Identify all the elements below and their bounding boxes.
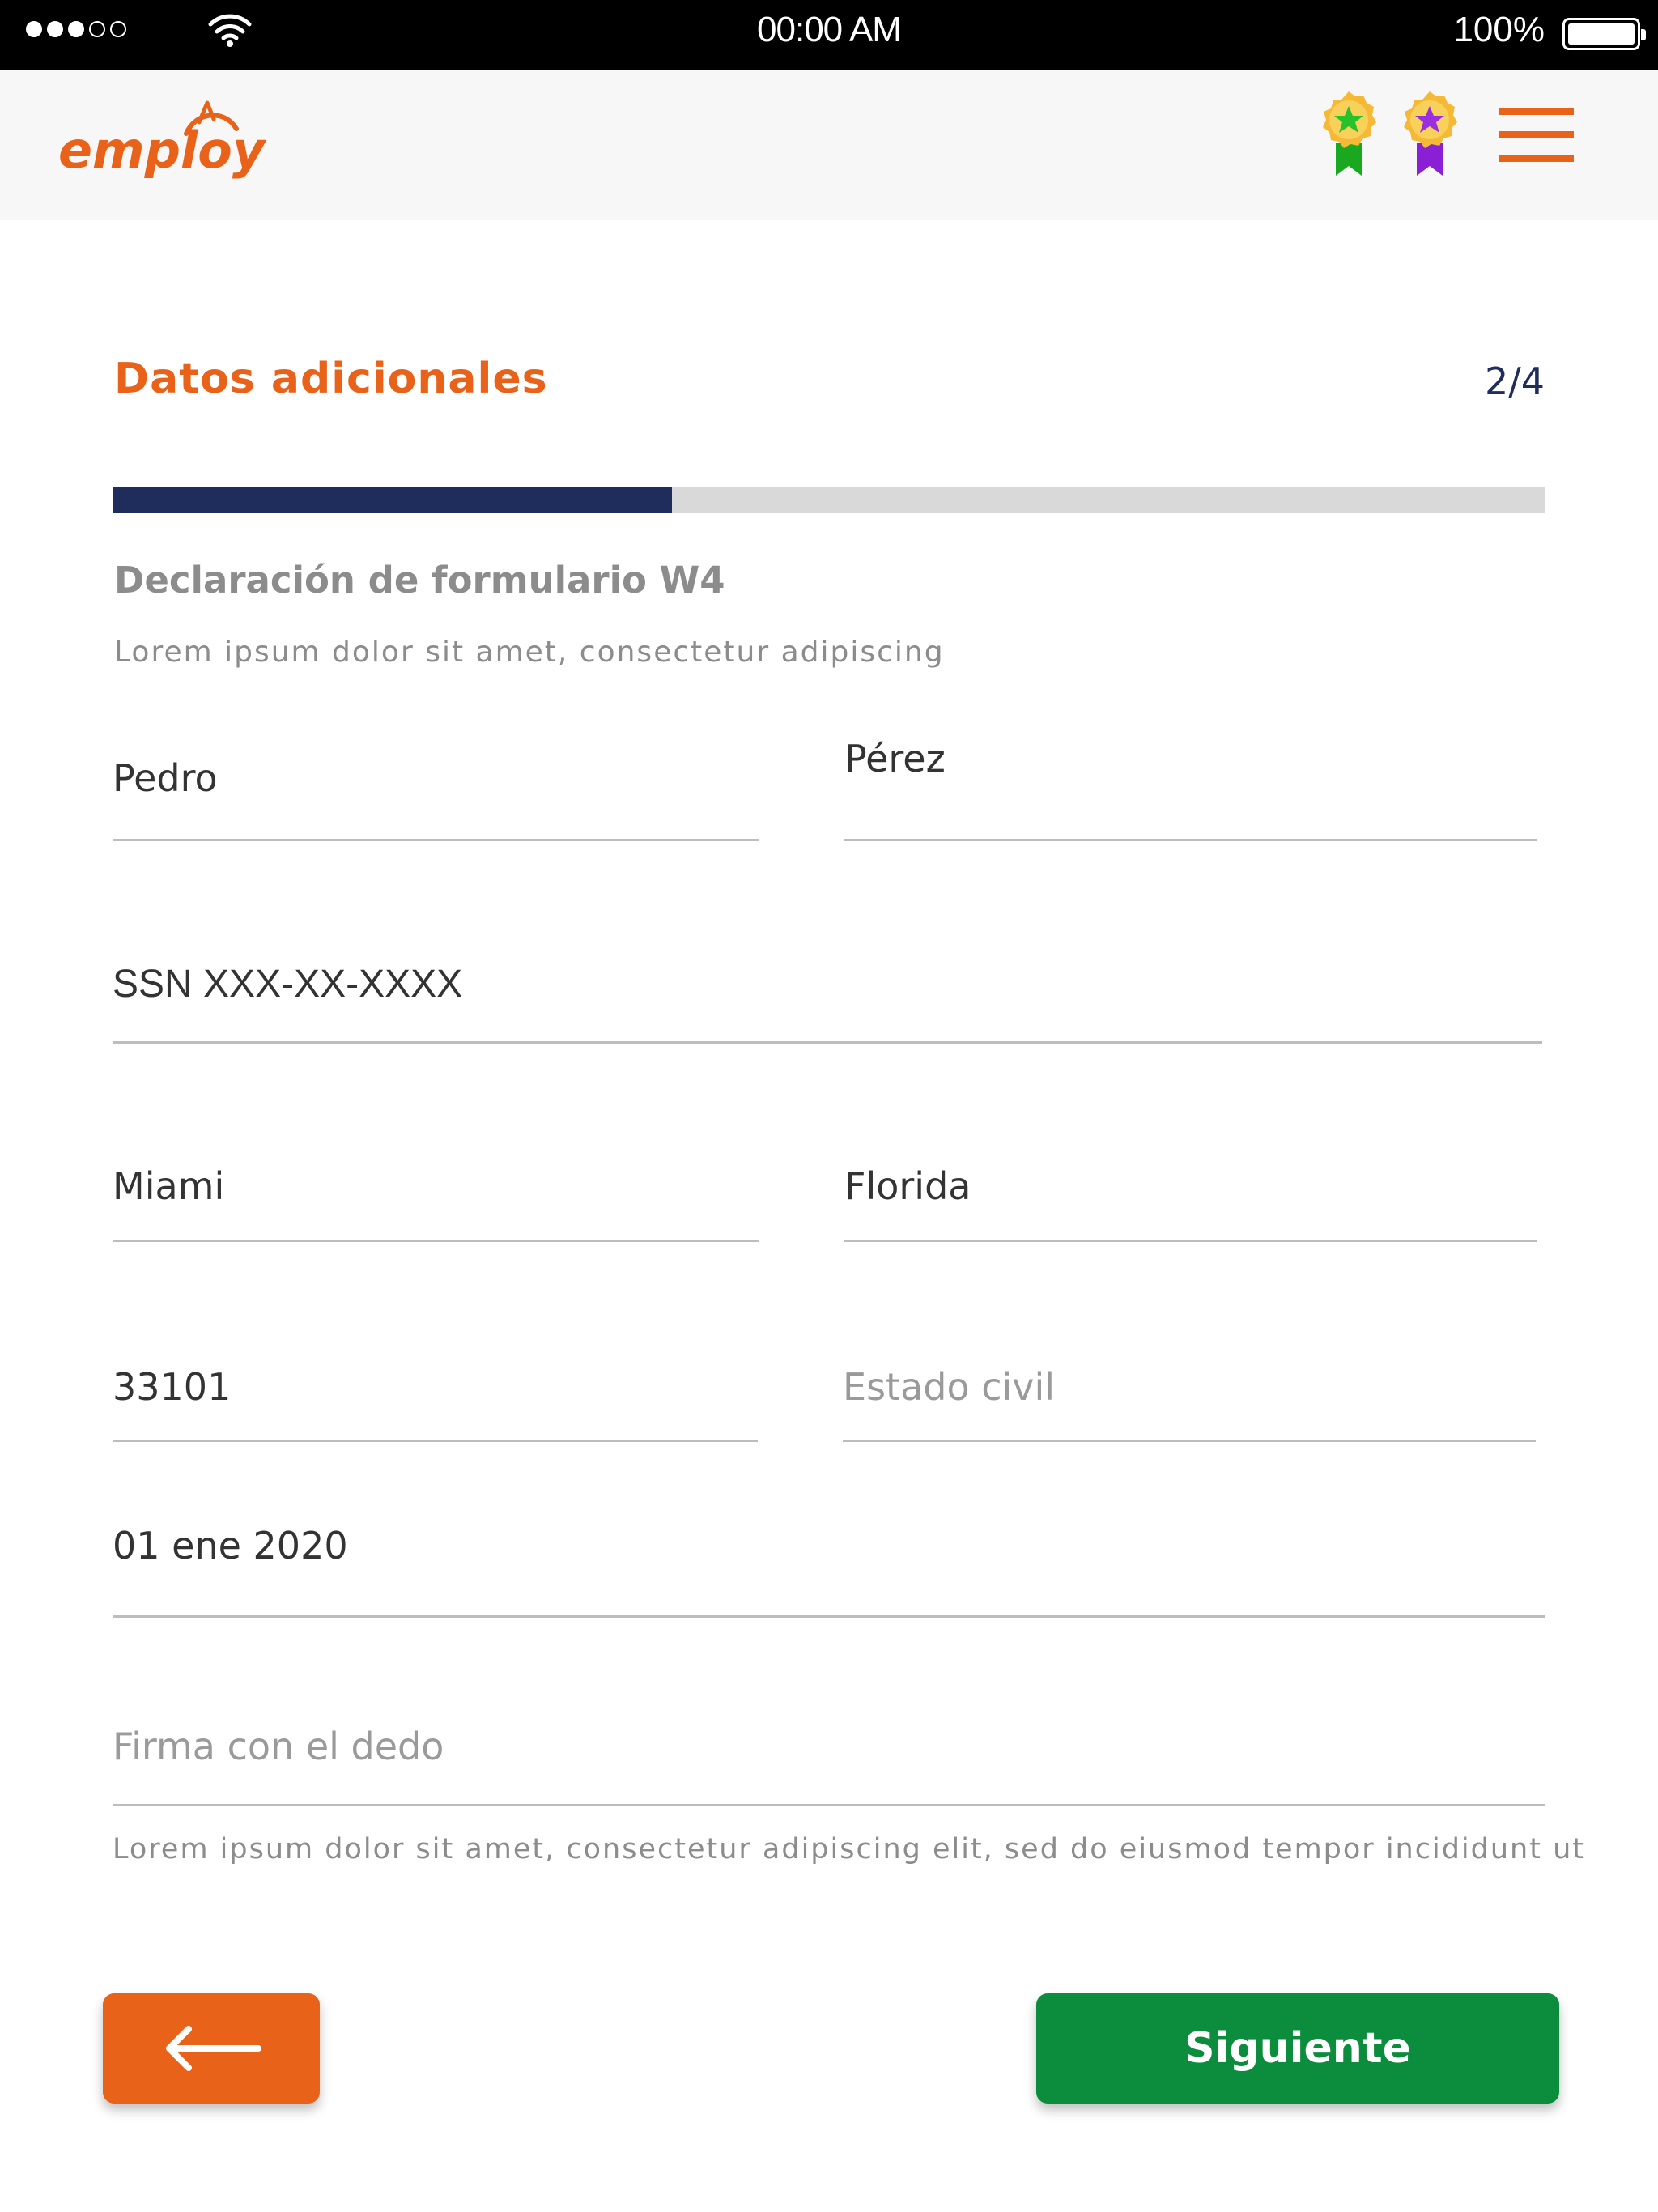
signature-placeholder: Firma con el dedo bbox=[113, 1725, 444, 1768]
battery-icon bbox=[1562, 18, 1646, 50]
city-value: Miami bbox=[113, 1164, 225, 1208]
app-header: employ bbox=[0, 70, 1658, 220]
status-time: 00:00 AM bbox=[757, 10, 902, 49]
first-name-value: Pedro bbox=[113, 756, 218, 800]
arrow-left-icon bbox=[166, 2026, 261, 2071]
ssn-field[interactable]: SSN XXX-XX-XXXX bbox=[113, 939, 1542, 1044]
zip-code-field[interactable]: 33101 bbox=[113, 1334, 758, 1442]
status-bar: 00:00 AM 100% bbox=[0, 0, 1658, 70]
form-subtitle: Lorem ipsum dolor sit amet, consectetur … bbox=[114, 636, 945, 669]
date-field[interactable]: 01 ene 2020 bbox=[113, 1514, 1545, 1618]
zip-code-value: 33101 bbox=[113, 1365, 232, 1409]
employ-logo[interactable]: employ bbox=[57, 95, 291, 192]
last-name-field[interactable]: Pérez bbox=[844, 721, 1537, 841]
progress-bar bbox=[113, 487, 1545, 513]
back-button[interactable] bbox=[103, 1993, 320, 2104]
date-value: 01 ene 2020 bbox=[113, 1524, 348, 1568]
first-name-field[interactable]: Pedro bbox=[113, 721, 759, 841]
helper-text: Lorem ipsum dolor sit amet, consectetur … bbox=[113, 1833, 1585, 1865]
marital-status-placeholder: Estado civil bbox=[843, 1365, 1056, 1409]
signature-field[interactable]: Firma con el dedo bbox=[113, 1715, 1545, 1806]
last-name-value: Pérez bbox=[844, 737, 946, 781]
state-value: Florida bbox=[844, 1164, 971, 1208]
city-field[interactable]: Miami bbox=[113, 1134, 759, 1242]
hamburger-menu-icon[interactable] bbox=[1499, 108, 1574, 163]
marital-status-field[interactable]: Estado civil bbox=[843, 1334, 1536, 1442]
state-field[interactable]: Florida bbox=[844, 1134, 1537, 1242]
form-title: Declaración de formulario W4 bbox=[114, 559, 725, 602]
next-button[interactable]: Siguiente bbox=[1036, 1993, 1559, 2104]
ssn-value: SSN XXX-XX-XXXX bbox=[113, 963, 463, 1006]
step-indicator: 2/4 bbox=[1484, 359, 1545, 403]
progress-fill bbox=[113, 487, 672, 513]
section-title: Datos adicionales bbox=[114, 355, 548, 403]
green-star-badge-icon[interactable] bbox=[1318, 90, 1380, 177]
purple-star-badge-icon[interactable] bbox=[1399, 90, 1460, 177]
battery-percentage: 100% bbox=[1453, 10, 1545, 49]
